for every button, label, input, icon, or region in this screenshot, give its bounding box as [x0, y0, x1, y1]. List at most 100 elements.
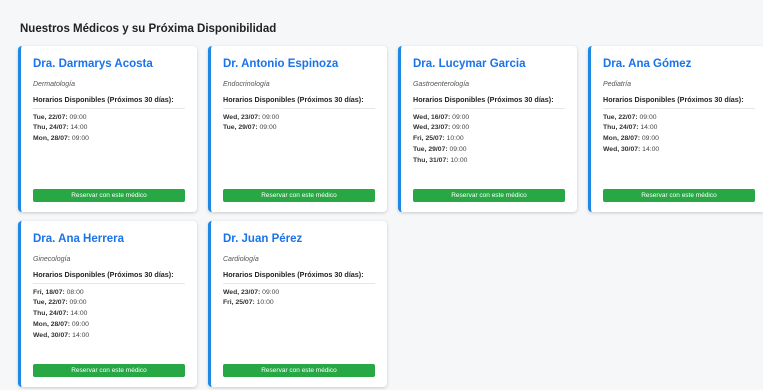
slots-heading: Horarios Disponibles (Próximos 30 días):: [223, 95, 375, 109]
doctor-specialty: Dermatología: [33, 81, 76, 88]
slot-time: 09:00: [69, 113, 87, 121]
slot-item: Wed, 16/07: 09:00: [413, 113, 565, 124]
doctor-name: Dra. Darmarys Acosta: [33, 58, 153, 70]
book-doctor-button[interactable]: Reservar con este médico: [603, 189, 755, 202]
slot-time: 14:00: [70, 310, 88, 318]
slot-time: 10:00: [446, 135, 464, 143]
slot-time: 08:00: [66, 288, 84, 296]
book-doctor-button[interactable]: Reservar con este médico: [33, 364, 185, 377]
slot-list: Tue, 22/07: 09:00 Thu, 24/07: 14:00 Mon,…: [33, 113, 185, 145]
slots-heading: Horarios Disponibles (Próximos 30 días):: [33, 95, 185, 109]
slot-day: Tue, 22/07:: [603, 113, 638, 121]
slot-day: Tue, 22/07:: [33, 299, 68, 307]
slot-day: Tue, 29/07:: [223, 124, 258, 132]
slot-item: Fri, 25/07: 10:00: [223, 298, 375, 309]
slot-day: Wed, 23/07:: [223, 113, 261, 121]
slot-time: 14:00: [70, 124, 88, 132]
doctor-card: Dra. Darmarys Acosta Dermatología Horari…: [18, 46, 197, 212]
slot-item: Mon, 28/07: 09:00: [33, 320, 185, 331]
slot-day: Wed, 23/07:: [223, 288, 261, 296]
slot-day: Fri, 25/07:: [223, 299, 255, 307]
slot-day: Wed, 30/07:: [33, 331, 71, 339]
slot-time: 09:00: [262, 288, 280, 296]
doctor-card: Dr. Juan Pérez Cardiología Horarios Disp…: [208, 221, 387, 387]
slot-list: Tue, 22/07: 09:00 Thu, 24/07: 14:00 Mon,…: [603, 113, 755, 156]
slot-time: 14:00: [642, 145, 660, 153]
slot-time: 09:00: [69, 299, 87, 307]
page-title: Nuestros Médicos y su Próxima Disponibil…: [20, 23, 277, 35]
book-doctor-button[interactable]: Reservar con este médico: [223, 189, 375, 202]
slot-time: 09:00: [71, 320, 89, 328]
doctor-name: Dr. Antonio Espinoza: [223, 58, 339, 70]
slot-time: 09:00: [259, 124, 277, 132]
slot-item: Mon, 28/07: 09:00: [33, 134, 185, 145]
slot-item: Tue, 22/07: 09:00: [33, 298, 185, 309]
slot-list: Fri, 18/07: 08:00 Tue, 22/07: 09:00 Thu,…: [33, 288, 185, 342]
doctor-card: Dr. Antonio Espinoza Endocrinología Hora…: [208, 46, 387, 212]
doctor-specialty: Pediatría: [603, 81, 632, 88]
slot-item: Thu, 24/07: 14:00: [33, 123, 185, 134]
slot-time: 10:00: [256, 299, 274, 307]
slot-item: Tue, 22/07: 09:00: [603, 113, 755, 124]
slot-time: 14:00: [640, 124, 658, 132]
slot-item: Wed, 23/07: 09:00: [223, 288, 375, 299]
slot-time: 09:00: [71, 135, 89, 143]
doctor-card: Dra. Ana Herrera Ginecología Horarios Di…: [18, 221, 197, 387]
slot-time: 09:00: [452, 124, 470, 132]
doctor-card: Dra. Lucymar Garcia Gastroenterología Ho…: [398, 46, 577, 212]
book-doctor-button[interactable]: Reservar con este médico: [413, 189, 565, 202]
slots-heading: Horarios Disponibles (Próximos 30 días):: [223, 270, 375, 284]
slot-time: 09:00: [449, 145, 467, 153]
slot-day: Mon, 28/07:: [603, 135, 641, 143]
slot-time: 09:00: [452, 113, 470, 121]
slot-item: Wed, 23/07: 09:00: [413, 123, 565, 134]
slot-day: Thu, 31/07:: [413, 156, 449, 164]
slot-item: Wed, 30/07: 14:00: [603, 145, 755, 156]
slot-day: Mon, 28/07:: [33, 320, 71, 328]
slot-item: Mon, 28/07: 09:00: [603, 134, 755, 145]
doctor-specialty: Cardiología: [223, 256, 259, 263]
slot-day: Mon, 28/07:: [33, 135, 71, 143]
book-doctor-button[interactable]: Reservar con este médico: [33, 189, 185, 202]
slot-time: 09:00: [641, 135, 659, 143]
doctor-name: Dr. Juan Pérez: [223, 233, 303, 245]
slot-item: Tue, 22/07: 09:00: [33, 113, 185, 124]
doctor-card: Dra. Ana Gómez Pediatría Horarios Dispon…: [588, 46, 763, 212]
slot-item: Thu, 24/07: 14:00: [603, 123, 755, 134]
slot-day: Wed, 30/07:: [603, 145, 641, 153]
slot-time: 09:00: [639, 113, 657, 121]
slot-time: 09:00: [262, 113, 280, 121]
slot-day: Tue, 22/07:: [33, 113, 68, 121]
slot-item: Tue, 29/07: 09:00: [223, 123, 375, 134]
doctor-name: Dra. Ana Herrera: [33, 233, 124, 245]
slot-item: Fri, 18/07: 08:00: [33, 288, 185, 299]
slots-heading: Horarios Disponibles (Próximos 30 días):: [413, 95, 565, 109]
slot-list: Wed, 23/07: 09:00 Tue, 29/07: 09:00: [223, 113, 375, 135]
slot-day: Tue, 29/07:: [413, 145, 448, 153]
slot-day: Thu, 24/07:: [33, 124, 69, 132]
slot-list: Wed, 23/07: 09:00 Fri, 25/07: 10:00: [223, 288, 375, 310]
doctor-card-grid: Dra. Darmarys Acosta Dermatología Horari…: [18, 46, 763, 387]
slot-time: 14:00: [72, 331, 90, 339]
slot-day: Fri, 18/07:: [33, 288, 65, 296]
slot-item: Thu, 24/07: 14:00: [33, 309, 185, 320]
book-doctor-button[interactable]: Reservar con este médico: [223, 364, 375, 377]
slot-day: Wed, 16/07:: [413, 113, 451, 121]
slot-list: Wed, 16/07: 09:00 Wed, 23/07: 09:00 Fri,…: [413, 113, 565, 167]
slot-item: Wed, 30/07: 14:00: [33, 331, 185, 342]
doctor-specialty: Ginecología: [33, 256, 71, 263]
slot-item: Wed, 23/07: 09:00: [223, 113, 375, 124]
doctor-specialty: Gastroenterología: [413, 81, 470, 88]
slots-heading: Horarios Disponibles (Próximos 30 días):: [603, 95, 755, 109]
slot-item: Tue, 29/07: 09:00: [413, 145, 565, 156]
slot-day: Thu, 24/07:: [33, 310, 69, 318]
doctor-specialty: Endocrinología: [223, 81, 270, 88]
slot-day: Thu, 24/07:: [603, 124, 639, 132]
doctor-name: Dra. Lucymar Garcia: [413, 58, 526, 70]
slot-time: 10:00: [450, 156, 468, 164]
slot-item: Thu, 31/07: 10:00: [413, 156, 565, 167]
slot-day: Wed, 23/07:: [413, 124, 451, 132]
slots-heading: Horarios Disponibles (Próximos 30 días):: [33, 270, 185, 284]
doctor-name: Dra. Ana Gómez: [603, 58, 692, 70]
slot-day: Fri, 25/07:: [413, 135, 445, 143]
